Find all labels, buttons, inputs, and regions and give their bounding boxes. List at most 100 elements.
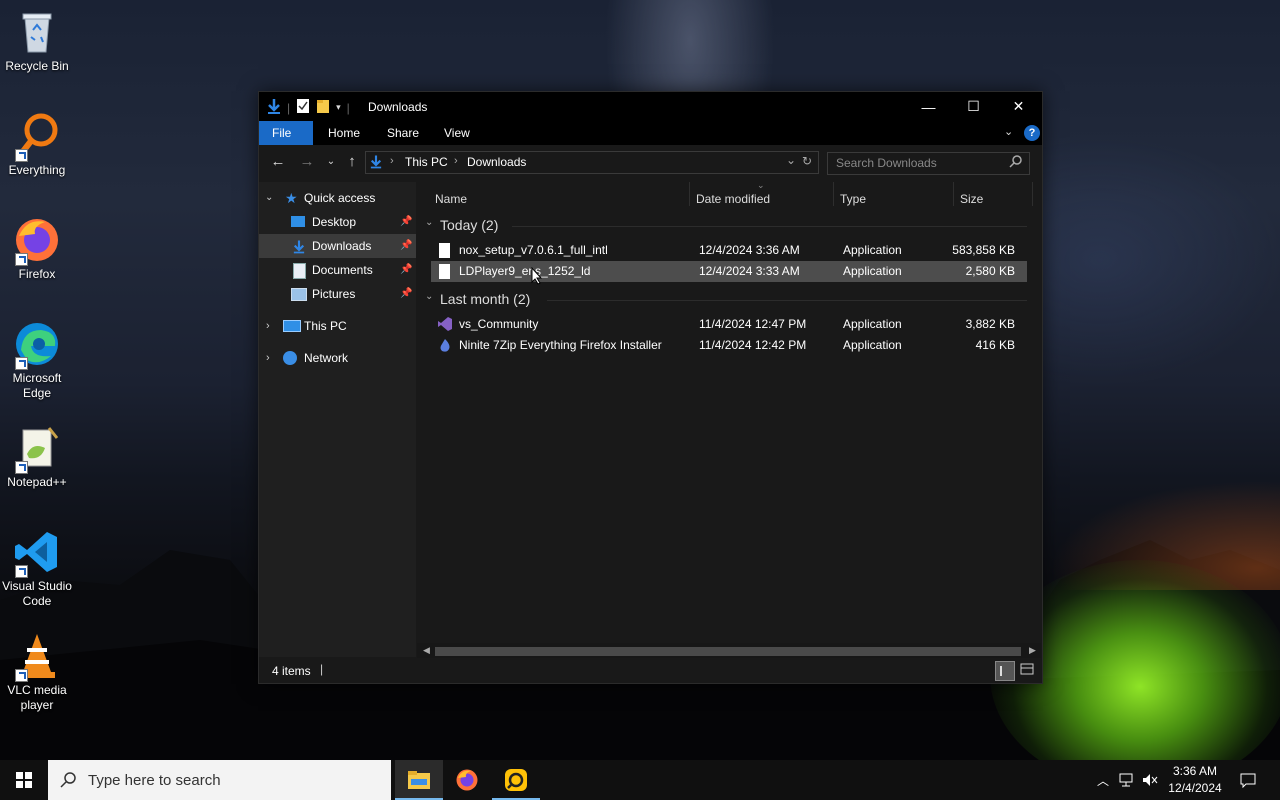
large-icons-view-button[interactable] bbox=[1020, 662, 1034, 676]
tab-view[interactable]: View bbox=[431, 121, 483, 145]
network-status-icon bbox=[1119, 773, 1133, 787]
search-input[interactable]: Search Downloads bbox=[836, 156, 937, 170]
nav-downloads[interactable]: Downloads 📌 bbox=[259, 234, 416, 258]
desktop-icon-everything[interactable]: Everything bbox=[0, 112, 74, 178]
nav-quick-access[interactable]: ⌄ ★ Quick access bbox=[259, 186, 416, 210]
computer-icon bbox=[283, 320, 301, 332]
desktop-icon-vscode[interactable]: Visual Studio Code bbox=[0, 528, 74, 609]
show-hidden-icons-button[interactable]: ︿ bbox=[1094, 760, 1112, 800]
group-header-today[interactable]: Today (2) bbox=[440, 217, 498, 233]
column-date-modified[interactable]: Date modified bbox=[696, 192, 770, 206]
help-icon[interactable]: ? bbox=[1024, 125, 1040, 141]
desktop-folder-icon bbox=[291, 216, 305, 227]
scroll-right-icon[interactable]: ▶ bbox=[1029, 645, 1036, 656]
desktop-icon-notepad-plus-plus[interactable]: Notepad++ bbox=[0, 424, 74, 490]
file-date: 11/4/2024 12:47 PM bbox=[699, 317, 807, 331]
up-button[interactable]: ↑ bbox=[341, 152, 363, 172]
desktop-icon-recycle-bin[interactable]: Recycle Bin bbox=[0, 8, 74, 74]
group-divider bbox=[547, 300, 1027, 301]
column-divider[interactable] bbox=[1032, 182, 1033, 206]
column-type[interactable]: Type bbox=[840, 192, 866, 206]
file-row[interactable]: Ninite 7Zip Everything Firefox Installer… bbox=[431, 335, 1027, 356]
new-folder-icon[interactable] bbox=[316, 98, 330, 117]
desktop-icon-label: Recycle Bin bbox=[5, 59, 69, 73]
tab-file[interactable]: File bbox=[259, 121, 313, 145]
chevron-down-icon: ⌄ bbox=[326, 156, 336, 167]
nav-desktop[interactable]: Desktop 📌 bbox=[259, 210, 416, 234]
search-box[interactable]: Search Downloads bbox=[827, 152, 1030, 175]
downloads-arrow-icon bbox=[370, 154, 382, 174]
pin-icon[interactable]: 📌 bbox=[400, 282, 412, 306]
taskbar-ldplayer[interactable] bbox=[492, 760, 540, 800]
close-icon: ✕ bbox=[1012, 98, 1025, 114]
nav-this-pc[interactable]: › This PC bbox=[259, 314, 416, 338]
recent-locations-button[interactable]: ⌄ bbox=[320, 152, 342, 172]
minimize-button[interactable]: — bbox=[906, 92, 951, 121]
network-icon bbox=[283, 351, 297, 365]
file-date: 12/4/2024 3:36 AM bbox=[699, 243, 800, 257]
title-bar[interactable]: | ▾ | Downloads — ☐ ✕ bbox=[259, 92, 1042, 121]
nav-network[interactable]: › Network bbox=[259, 346, 416, 370]
pin-icon[interactable]: 📌 bbox=[400, 234, 412, 258]
recycle-bin-icon bbox=[13, 8, 61, 56]
search-icon bbox=[60, 772, 76, 788]
properties-icon[interactable] bbox=[296, 98, 310, 117]
taskbar-clock[interactable]: 3:36 AM 12/4/2024 bbox=[1160, 763, 1230, 797]
file-row[interactable]: vs_Community 11/4/2024 12:47 PM Applicat… bbox=[431, 314, 1027, 335]
column-divider[interactable] bbox=[953, 182, 954, 206]
details-view-button[interactable] bbox=[995, 661, 1015, 681]
column-divider[interactable] bbox=[689, 182, 690, 206]
column-divider[interactable] bbox=[833, 182, 834, 206]
breadcrumb-downloads[interactable]: Downloads bbox=[467, 155, 526, 169]
chevron-down-icon: ⌄ bbox=[265, 192, 274, 203]
qat-customize-icon[interactable]: ▾ bbox=[336, 102, 341, 113]
file-row[interactable]: LDPlayer9_ens_1252_ld 12/4/2024 3:33 AM … bbox=[431, 261, 1027, 282]
file-size: 2,580 KB bbox=[965, 264, 1015, 278]
nav-label: Documents bbox=[312, 263, 373, 277]
close-button[interactable]: ✕ bbox=[996, 92, 1041, 121]
action-center-button[interactable] bbox=[1234, 760, 1262, 800]
taskbar-firefox[interactable] bbox=[443, 760, 491, 800]
edge-icon bbox=[13, 320, 61, 370]
status-separator: | bbox=[320, 662, 324, 676]
column-name[interactable]: Name bbox=[435, 192, 467, 206]
file-type: Application bbox=[843, 243, 902, 257]
network-tray-button[interactable] bbox=[1116, 760, 1136, 800]
taskbar-search-box[interactable]: Type here to search bbox=[48, 760, 391, 800]
group-header-last-month[interactable]: Last month (2) bbox=[440, 291, 530, 307]
nav-label: Downloads bbox=[312, 239, 372, 253]
file-size: 3,882 KB bbox=[965, 317, 1015, 331]
large-icons-view-icon bbox=[1020, 663, 1034, 675]
navigation-pane: ⌄ ★ Quick access Desktop 📌 Downloads 📌 D… bbox=[259, 182, 416, 657]
scroll-left-icon[interactable]: ◀ bbox=[423, 645, 430, 656]
file-row[interactable]: nox_setup_v7.0.6.1_full_intl 12/4/2024 3… bbox=[431, 240, 1027, 261]
maximize-button[interactable]: ☐ bbox=[951, 92, 996, 121]
tab-home[interactable]: Home bbox=[315, 121, 373, 145]
desktop-icon-edge[interactable]: Microsoft Edge bbox=[0, 320, 74, 401]
scrollbar-thumb[interactable] bbox=[435, 647, 1021, 656]
start-button[interactable] bbox=[0, 760, 48, 800]
breadcrumb-this-pc[interactable]: This PC bbox=[405, 155, 448, 169]
status-bar: 4 items | bbox=[259, 658, 1042, 683]
tab-share[interactable]: Share bbox=[374, 121, 432, 145]
pin-icon[interactable]: 📌 bbox=[400, 210, 412, 234]
expand-ribbon-icon[interactable]: ⌄ bbox=[1004, 125, 1013, 138]
pin-icon[interactable]: 📌 bbox=[400, 258, 412, 282]
taskbar-search-input[interactable]: Type here to search bbox=[88, 772, 221, 789]
desktop-icon-vlc[interactable]: VLC media player bbox=[0, 632, 74, 713]
desktop-icon-firefox[interactable]: Firefox bbox=[0, 216, 74, 282]
group-collapse-icon[interactable]: ⌄ bbox=[425, 291, 433, 302]
volume-tray-button[interactable] bbox=[1140, 760, 1160, 800]
notification-icon bbox=[1240, 773, 1256, 788]
nav-pictures[interactable]: Pictures 📌 bbox=[259, 282, 416, 306]
refresh-icon[interactable]: ↻ bbox=[802, 154, 812, 168]
address-dropdown-icon[interactable]: ⌄ bbox=[786, 153, 796, 167]
nav-documents[interactable]: Documents 📌 bbox=[259, 258, 416, 282]
forward-button[interactable]: → bbox=[296, 152, 318, 172]
group-collapse-icon[interactable]: ⌄ bbox=[425, 217, 433, 228]
file-type: Application bbox=[843, 264, 902, 278]
taskbar-file-explorer[interactable] bbox=[395, 760, 443, 800]
column-size[interactable]: Size bbox=[960, 192, 983, 206]
address-bar[interactable]: › This PC › Downloads ⌄ ↻ bbox=[365, 151, 819, 174]
back-button[interactable]: ← bbox=[267, 152, 289, 172]
